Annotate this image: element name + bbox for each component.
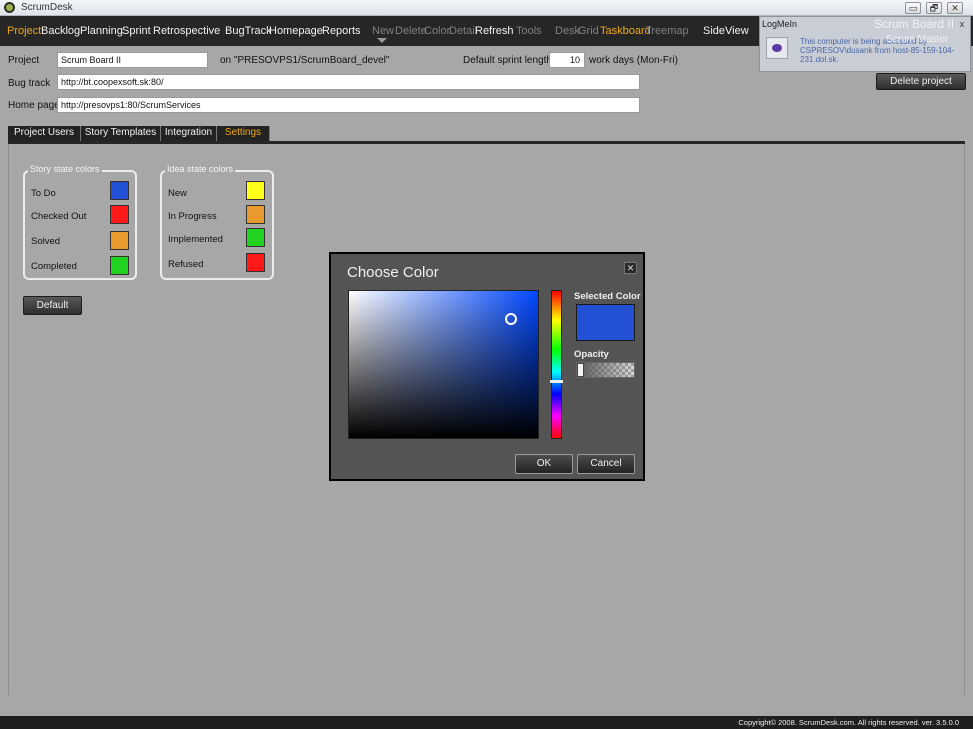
homepage-url-input[interactable]: http://presovps1:80/ScrumServices: [57, 97, 640, 113]
opacity-label: Opacity: [574, 349, 609, 360]
idea-color-swatch-new[interactable]: [246, 181, 265, 200]
tab-story-templates[interactable]: Story Templates: [81, 126, 161, 141]
menu-taskboard[interactable]: Taskboard: [600, 25, 651, 37]
menu-reports[interactable]: Reports: [322, 25, 361, 37]
menu-sideview[interactable]: SideView: [703, 25, 749, 37]
opacity-slider[interactable]: [576, 362, 635, 378]
story-state-label-todo: To Do: [31, 188, 56, 199]
idea-state-label-implemented: Implemented: [168, 234, 223, 245]
story-color-swatch-completed[interactable]: [110, 256, 129, 275]
story-state-colors-title: Story state colors: [28, 164, 102, 174]
status-bar: Copyright© 2008. ScrumDesk.com. All righ…: [0, 716, 973, 729]
menu-detail[interactable]: Detail: [449, 25, 477, 37]
story-state-label-completed: Completed: [31, 261, 77, 272]
selected-color-label: Selected Color: [574, 291, 641, 302]
window-title: ScrumDesk: [21, 2, 73, 13]
idea-state-label-new: New: [168, 188, 188, 199]
menu-planning[interactable]: Planning: [80, 25, 123, 37]
tab-integration[interactable]: Integration: [161, 126, 217, 141]
story-color-swatch-todo[interactable]: [110, 181, 129, 200]
idea-color-swatch-in-progress[interactable]: [246, 205, 265, 224]
selected-color-preview: [576, 304, 635, 341]
menu-grid[interactable]: Grid: [578, 25, 599, 37]
bugtrack-url-input[interactable]: http://bt.coopexsoft.sk:80/: [57, 74, 640, 90]
minimize-button[interactable]: ▭: [905, 2, 921, 14]
idea-state-label-in-progress: In Progress: [168, 211, 217, 222]
story-color-swatch-checked-out[interactable]: [110, 205, 129, 224]
menu-refresh[interactable]: Refresh: [475, 25, 514, 37]
menu-new[interactable]: New: [372, 25, 394, 37]
choose-color-dialog: Choose Color ✕ Selected Color Opacity OK…: [329, 252, 645, 481]
board-title: Scrum Board II: [874, 17, 955, 31]
tab-underline: [8, 141, 965, 144]
copyright-text: Copyright© 2008. ScrumDesk.com. All righ…: [738, 718, 959, 727]
dialog-title: Choose Color: [347, 264, 439, 281]
menu-bugtrack[interactable]: BugTrack: [225, 25, 272, 37]
saturation-value-picker[interactable]: [348, 290, 539, 439]
close-icon[interactable]: ✕: [624, 262, 637, 274]
story-state-colors-group: Story state colors To Do Checked Out Sol…: [23, 164, 137, 280]
sprint-length-unit: work days (Mon-Fri): [589, 55, 678, 66]
menu-color[interactable]: Color: [424, 25, 450, 37]
ok-button[interactable]: OK: [515, 454, 573, 474]
project-name-input[interactable]: Scrum Board II: [57, 52, 208, 68]
color-picker-cursor[interactable]: [505, 313, 517, 325]
hue-slider[interactable]: [551, 290, 562, 439]
story-color-swatch-solved[interactable]: [110, 231, 129, 250]
menu-retrospective[interactable]: Retrospective: [153, 25, 220, 37]
default-colors-button[interactable]: Default: [23, 296, 82, 315]
project-label: Project: [8, 55, 40, 66]
menu-tools[interactable]: Tools: [516, 25, 542, 37]
story-state-label-solved: Solved: [31, 236, 61, 247]
story-state-label-checked-out: Checked Out: [31, 211, 87, 222]
idea-color-swatch-refused[interactable]: [246, 253, 265, 272]
sprint-length-label: Default sprint length: [463, 55, 552, 66]
close-window-button[interactable]: ✕: [947, 2, 963, 14]
idea-state-colors-title: Idea state colors: [165, 164, 236, 174]
logmein-title: LogMeIn: [762, 19, 798, 29]
menu-project[interactable]: Project: [7, 25, 41, 37]
menu-delete[interactable]: Delete: [395, 25, 427, 37]
tab-settings[interactable]: Settings: [217, 126, 270, 141]
restore-button[interactable]: 🗗: [926, 2, 942, 14]
logmein-logo-icon: [766, 37, 788, 59]
cancel-button[interactable]: Cancel: [577, 454, 635, 474]
hue-slider-thumb[interactable]: [550, 380, 563, 383]
chevron-down-icon[interactable]: [377, 38, 387, 43]
sprint-length-input[interactable]: 10: [549, 52, 585, 68]
window-title-bar: ScrumDesk ▭ 🗗 ✕: [0, 0, 973, 16]
bugtrack-label: Bug track: [8, 78, 51, 89]
content-frame-right: [964, 144, 965, 695]
menu-backlog[interactable]: Backlog: [41, 25, 80, 37]
close-icon[interactable]: x: [957, 19, 967, 29]
homepage-label: Home page: [8, 100, 60, 111]
content-frame-left: [8, 144, 9, 695]
menu-treemap[interactable]: Treemap: [645, 25, 689, 37]
user-role: Scrum Master: [886, 34, 949, 45]
menu-desk[interactable]: Desk: [555, 25, 580, 37]
delete-project-button[interactable]: Delete project: [876, 73, 966, 90]
opacity-slider-thumb[interactable]: [577, 363, 584, 377]
idea-state-label-refused: Refused: [168, 259, 204, 270]
server-path-text: on "PRESOVPS1/ScrumBoard_devel": [220, 55, 390, 66]
menu-homepage[interactable]: Homepage: [269, 25, 323, 37]
tab-project-users[interactable]: Project Users: [8, 126, 81, 141]
idea-state-colors-group: Idea state colors New In Progress Implem…: [160, 164, 274, 280]
app-logo-icon: [4, 2, 15, 13]
idea-color-swatch-implemented[interactable]: [246, 228, 265, 247]
menu-sprint[interactable]: Sprint: [122, 25, 151, 37]
